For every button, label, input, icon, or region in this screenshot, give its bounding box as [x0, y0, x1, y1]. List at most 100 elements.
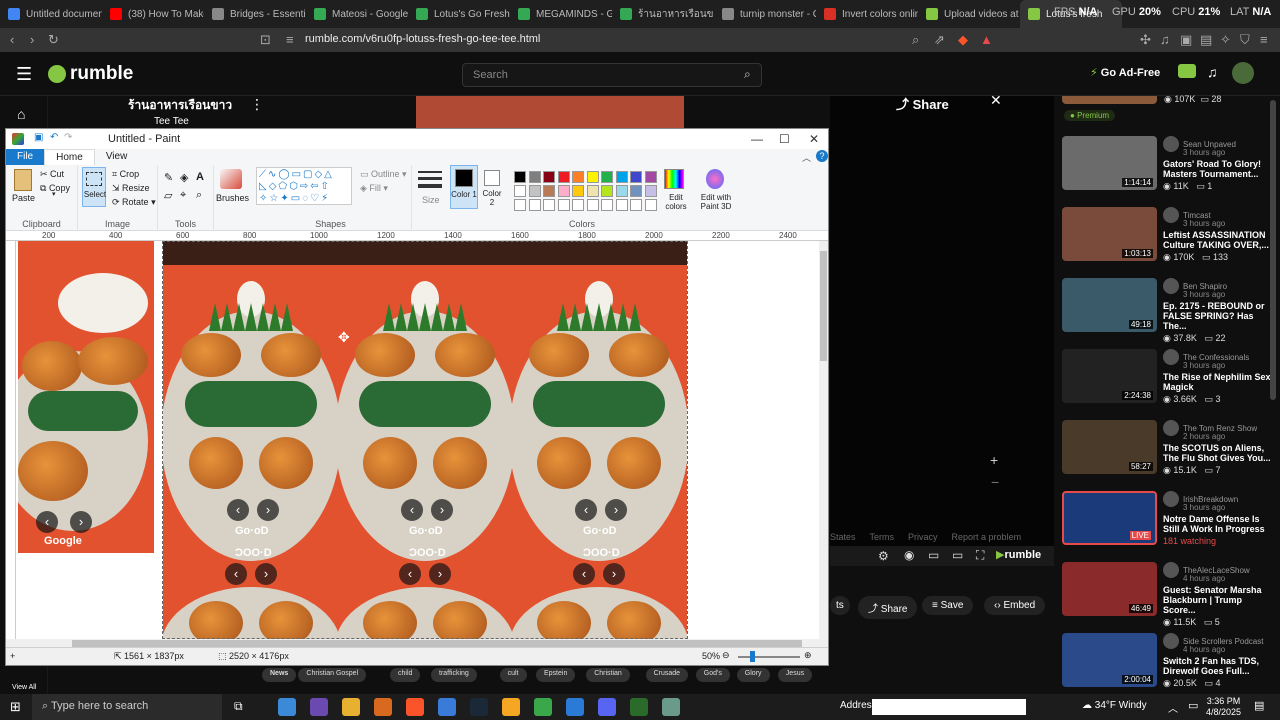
- taskbar-app-icon[interactable]: [630, 698, 648, 716]
- tag-pill[interactable]: Epstein: [536, 668, 576, 682]
- palette-swatch[interactable]: [586, 185, 599, 197]
- magnifier-icon[interactable]: ⌕: [196, 189, 202, 202]
- tag-pill[interactable]: Christian Gospel: [298, 668, 367, 682]
- menu-view[interactable]: View: [95, 149, 139, 165]
- palette-swatch[interactable]: [615, 185, 628, 197]
- notifications-icon[interactable]: ▤: [1254, 699, 1264, 712]
- tray-chevron-icon[interactable]: ︿: [1168, 700, 1178, 715]
- palette-swatch[interactable]: [601, 185, 613, 197]
- zoom-in-icon[interactable]: +: [990, 452, 998, 468]
- save-button[interactable]: ≡ Save: [922, 596, 974, 615]
- user-avatar[interactable]: [1232, 62, 1254, 84]
- more-options-icon[interactable]: ⋮: [250, 96, 264, 113]
- fullscreen-icon[interactable]: ⛶: [976, 548, 984, 563]
- address-toolbar-input[interactable]: [872, 699, 1026, 715]
- taskbar-app-icon[interactable]: [470, 698, 488, 716]
- custom-color-swatch[interactable]: [543, 199, 555, 211]
- taskbar-app-icon[interactable]: [438, 698, 456, 716]
- url-field[interactable]: rumble.com/v6ru0fp-lotuss-fresh-go-tee-t…: [305, 33, 540, 45]
- brave-shield-icon[interactable]: ◆: [958, 32, 968, 48]
- taskbar-app-icon[interactable]: [502, 698, 520, 716]
- tag-pill[interactable]: Crusade: [645, 668, 689, 682]
- share-page-icon[interactable]: ⇗: [934, 32, 945, 48]
- palette-swatch[interactable]: [630, 185, 642, 197]
- taskbar-app-icon[interactable]: [278, 698, 296, 716]
- browser-tab[interactable]: (38) How To Make: [102, 0, 204, 28]
- copy-button[interactable]: ⧉ Copy: [40, 183, 70, 194]
- browser-tab[interactable]: Mateosi - Google M: [306, 0, 408, 28]
- quick-save-icon[interactable]: ▣: [34, 132, 43, 143]
- taskbar-app-icon[interactable]: [342, 698, 360, 716]
- network-icon[interactable]: ▭: [1188, 699, 1198, 712]
- settings-gear-icon[interactable]: ⚙: [878, 549, 889, 563]
- select-button[interactable]: Select: [82, 167, 106, 207]
- task-view-icon[interactable]: ⧉: [234, 699, 243, 714]
- palette-swatch[interactable]: [514, 185, 526, 197]
- menu-file[interactable]: File: [6, 149, 45, 165]
- cut-button[interactable]: ✂ Cut: [40, 169, 64, 180]
- vertical-scroll-thumb[interactable]: [820, 251, 827, 361]
- taskbar-app-icon[interactable]: [406, 698, 424, 716]
- palette-swatch[interactable]: [644, 185, 657, 197]
- browser-tab[interactable]: Lotus's Go Fresh -: [408, 0, 510, 28]
- browser-tab[interactable]: Upload videos at R: [918, 0, 1020, 28]
- browser-tab[interactable]: ร้านอาหารเรือนขาว: [612, 0, 714, 28]
- palette-swatch[interactable]: [543, 171, 555, 183]
- video-title[interactable]: Leftist ASSASSINATION Culture TAKING OVE…: [1163, 230, 1275, 250]
- link-states[interactable]: States: [830, 532, 856, 542]
- resize-button[interactable]: ⇲ Resize: [112, 183, 150, 194]
- taskbar-app-icon[interactable]: [374, 698, 392, 716]
- close-icon[interactable]: ✕: [809, 132, 819, 146]
- custom-color-swatch[interactable]: [528, 199, 541, 211]
- tag-pill[interactable]: cult: [499, 668, 527, 682]
- related-video-item[interactable]: LIVE IrishBreakdown 3 hours ago Notre Dame …: [1062, 491, 1272, 557]
- bookmark-icon[interactable]: ⊡: [260, 32, 271, 48]
- taskbar-app-icon[interactable]: [534, 698, 552, 716]
- text-tool-icon[interactable]: A: [196, 171, 204, 183]
- video-player[interactable]: ⤴ Share ✕ + − States Terms Privacy Repor…: [830, 92, 1054, 566]
- close-share-icon[interactable]: ✕: [990, 92, 1002, 109]
- pencil-icon[interactable]: ✎: [164, 171, 173, 184]
- related-video-item[interactable]: 2:24:38 The Confessionals 3 hours ago The R…: [1062, 349, 1272, 415]
- video-title[interactable]: Notre Dame Offense Is Still A Work In Pr…: [1163, 514, 1275, 534]
- related-video-item[interactable]: 49:18 Ben Shapiro 3 hours ago Ep. 2175 - RE…: [1062, 278, 1272, 344]
- video-title[interactable]: The SCOTUS on Aliens, The Flu Shot Gives…: [1163, 443, 1275, 463]
- crop-button[interactable]: ⌗ Crop: [112, 169, 139, 180]
- video-thumbnail[interactable]: 49:18: [1062, 278, 1157, 332]
- video-thumbnail[interactable]: 2:24:38: [1062, 349, 1157, 403]
- video-thumbnail[interactable]: 1:03:13: [1062, 207, 1157, 261]
- help-icon[interactable]: ?: [816, 150, 828, 162]
- home-icon[interactable]: ⌂: [17, 106, 25, 122]
- ribbon-collapse-icon[interactable]: ︿: [802, 151, 811, 164]
- related-video-item[interactable]: 1:03:13 Timcast 3 hours ago Leftist ASSASSI…: [1062, 207, 1272, 273]
- forward-icon[interactable]: ›: [30, 32, 34, 47]
- related-video-item[interactable]: 58:27 The Tom Renz Show 2 hours ago The SCO…: [1062, 420, 1272, 486]
- view-all-link[interactable]: View All: [12, 684, 36, 691]
- color-picker-icon[interactable]: ⌖: [180, 189, 186, 202]
- fill-button[interactable]: ◈ Fill ▾: [360, 183, 388, 194]
- video-thumbnail[interactable]: LIVE: [1062, 491, 1157, 545]
- hamburger-icon[interactable]: ☰: [16, 64, 32, 85]
- video-title[interactable]: Switch 2 Fan has TDS, Direwolf Goes Full…: [1163, 656, 1275, 676]
- palette-swatch[interactable]: [601, 171, 613, 183]
- horizontal-scroll-thumb[interactable]: [72, 640, 802, 647]
- tag-pill[interactable]: News: [262, 668, 297, 682]
- palette-swatch[interactable]: [528, 185, 541, 197]
- tag-pill[interactable]: Christian: [586, 668, 630, 682]
- color2-button[interactable]: Color 2: [480, 165, 504, 209]
- taskbar-search[interactable]: ⌕ Type here to search: [32, 694, 222, 720]
- link-terms[interactable]: Terms: [870, 532, 895, 542]
- link-privacy[interactable]: Privacy: [908, 532, 938, 542]
- palette-swatch[interactable]: [644, 171, 657, 183]
- size-button[interactable]: Size: [422, 195, 440, 205]
- edit-paint3d-button[interactable]: Edit with Paint 3D: [692, 193, 740, 211]
- palette-swatch[interactable]: [528, 171, 541, 183]
- wallet-icon[interactable]: ▤: [1200, 32, 1212, 48]
- palette-swatch[interactable]: [572, 171, 584, 183]
- search-icon[interactable]: ⌕: [744, 67, 751, 82]
- outline-button[interactable]: ▭ Outline ▾: [360, 169, 407, 180]
- palette-swatch[interactable]: [514, 171, 526, 183]
- browser-tab[interactable]: Untitled document: [0, 0, 102, 28]
- paste-button[interactable]: Paste: [12, 193, 35, 203]
- go-adfree-button[interactable]: ⚡ Go Ad-Free: [1090, 66, 1160, 79]
